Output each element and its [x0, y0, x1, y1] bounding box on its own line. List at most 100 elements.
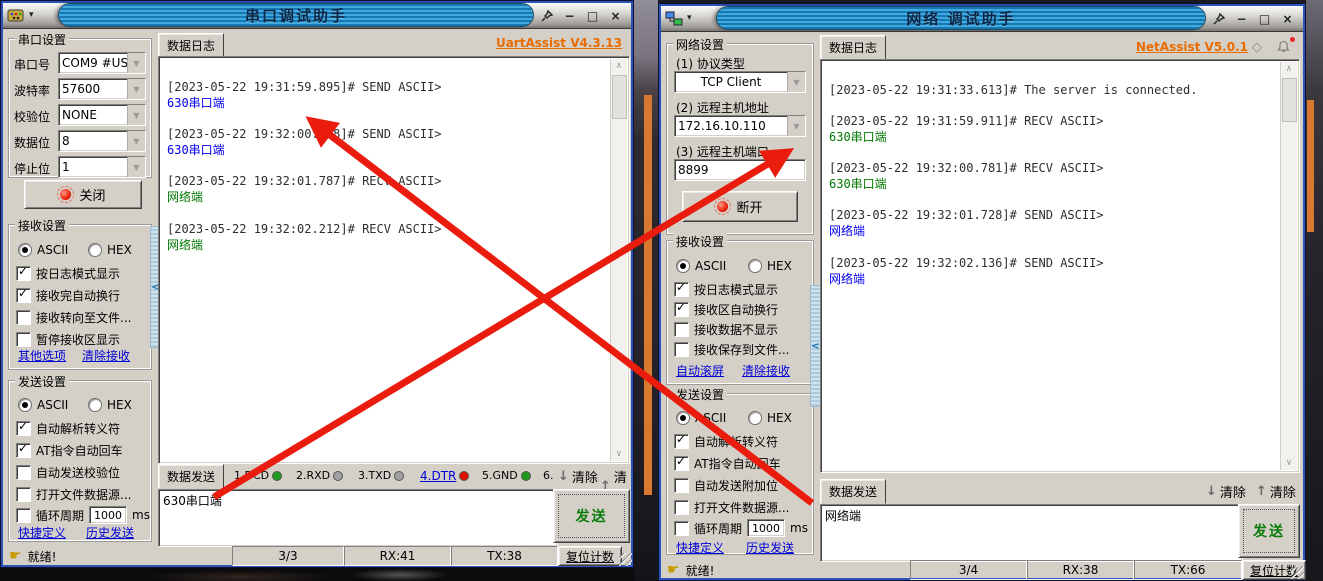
- recv-check-log-mode[interactable]: 按日志模式显示: [16, 265, 120, 282]
- remote-port-input[interactable]: 8899: [674, 159, 806, 181]
- radio-icon[interactable]: [18, 243, 32, 257]
- radio-icon[interactable]: [88, 398, 102, 412]
- send-check-cycle[interactable]: 循环周期 1000 ms: [16, 506, 150, 524]
- uart-titlebar[interactable]: ▾ 串口调试助手 − □ ×: [3, 3, 631, 29]
- checkbox-icon[interactable]: [16, 465, 31, 480]
- close-button[interactable]: ×: [604, 7, 627, 24]
- uart-send-input[interactable]: 630串口端: [158, 489, 558, 547]
- radio-icon[interactable]: [18, 398, 32, 412]
- checkbox-icon[interactable]: [16, 508, 31, 523]
- com-port-select[interactable]: COM9 #USB▼: [58, 52, 146, 74]
- checkbox-icon[interactable]: [674, 302, 689, 317]
- chevron-down-icon[interactable]: ▼: [127, 79, 145, 99]
- send-check-auto-checksum[interactable]: 自动发送校验位: [16, 464, 120, 481]
- send-check-append[interactable]: 自动发送附加位: [674, 477, 778, 494]
- recv-ascii-radio[interactable]: ASCII: [18, 243, 68, 257]
- bell-icon[interactable]: [1276, 39, 1294, 57]
- clear-receive-button[interactable]: ↓清除: [558, 467, 598, 486]
- shortcut-define-link[interactable]: 快捷定义: [18, 524, 66, 541]
- checkbox-icon[interactable]: [674, 282, 689, 297]
- resize-grip[interactable]: [1291, 566, 1304, 579]
- shortcut-define-link[interactable]: 快捷定义: [676, 539, 724, 556]
- history-send-link[interactable]: 历史发送: [86, 524, 134, 541]
- checkbox-icon[interactable]: [674, 456, 689, 471]
- recv-check-to-file[interactable]: 接收转向至文件...: [16, 309, 131, 326]
- clear-send-button[interactable]: ↑清除: [1256, 482, 1296, 501]
- uart-send-button[interactable]: 发送: [553, 489, 630, 543]
- tab-data-log[interactable]: 数据日志: [158, 33, 224, 58]
- checkbox-icon[interactable]: [674, 342, 689, 357]
- send-ascii-radio[interactable]: ASCII: [676, 411, 726, 425]
- minimize-button[interactable]: −: [1230, 10, 1253, 27]
- baud-rate-select[interactable]: 57600▼: [58, 78, 146, 100]
- close-button[interactable]: ×: [1276, 10, 1299, 27]
- radio-icon[interactable]: [748, 411, 762, 425]
- uart-log-area[interactable]: [2023-05-22 19:31:59.895]# SEND ASCII>63…: [158, 56, 630, 464]
- send-check-at-cr[interactable]: AT指令自动回车: [674, 455, 781, 472]
- checkbox-icon[interactable]: [674, 434, 689, 449]
- minimize-button[interactable]: −: [558, 7, 581, 24]
- clear-receive-link[interactable]: 清除接收: [742, 362, 790, 379]
- log-scrollbar[interactable]: ∧ ∨: [610, 59, 627, 461]
- reset-count-button[interactable]: 复位计数: [558, 546, 622, 566]
- scroll-down-icon[interactable]: ∨: [616, 447, 621, 461]
- history-send-link[interactable]: 历史发送: [746, 539, 794, 556]
- system-menu-caret-icon[interactable]: ▾: [687, 14, 692, 23]
- send-check-file-source[interactable]: 打开文件数据源...: [16, 486, 131, 503]
- checkbox-icon[interactable]: [16, 443, 31, 458]
- scroll-up-icon[interactable]: ∧: [1286, 62, 1291, 76]
- checkbox-icon[interactable]: [674, 322, 689, 337]
- scroll-up-icon[interactable]: ∧: [616, 59, 621, 73]
- indicator-dtr[interactable]: 4.DTR: [420, 469, 469, 483]
- scroll-thumb[interactable]: [612, 75, 627, 119]
- tab-data-log[interactable]: 数据日志: [820, 35, 886, 60]
- radio-icon[interactable]: [676, 411, 690, 425]
- netassist-version-link[interactable]: NetAssist V5.0.1: [1136, 40, 1248, 54]
- net-app-icon[interactable]: [665, 11, 683, 26]
- disconnect-button[interactable]: 断开: [682, 191, 798, 222]
- recv-check-pause-display[interactable]: 暂停接收区显示: [16, 331, 120, 348]
- gem-icon[interactable]: ◇: [1252, 40, 1270, 58]
- checkbox-icon[interactable]: [16, 487, 31, 502]
- chevron-down-icon[interactable]: ▼: [787, 72, 805, 92]
- tab-data-send[interactable]: 数据发送: [158, 464, 224, 489]
- chevron-down-icon[interactable]: ▼: [787, 116, 805, 136]
- chevron-down-icon[interactable]: ▼: [127, 53, 145, 73]
- checkbox-icon[interactable]: [16, 332, 31, 347]
- uart-app-icon[interactable]: [7, 8, 25, 23]
- recv-check-auto-wrap[interactable]: 接收区自动换行: [674, 301, 778, 318]
- maximize-button[interactable]: □: [1253, 10, 1276, 27]
- recv-check-save-file[interactable]: 接收保存到文件...: [674, 341, 789, 358]
- send-hex-radio[interactable]: HEX: [748, 411, 792, 425]
- auto-scroll-link[interactable]: 自动滚屏: [676, 362, 724, 379]
- stop-bits-select[interactable]: 1▼: [58, 156, 146, 178]
- uartassist-version-link[interactable]: UartAssist V4.3.13: [496, 36, 622, 50]
- protocol-type-select[interactable]: TCP Client▼: [674, 71, 806, 93]
- system-menu-caret-icon[interactable]: ▾: [29, 11, 34, 20]
- checkbox-icon[interactable]: [16, 310, 31, 325]
- clear-receive-button[interactable]: ↓清除: [1206, 482, 1246, 501]
- other-options-link[interactable]: 其他选项: [18, 347, 66, 364]
- net-send-button[interactable]: 发送: [1238, 504, 1300, 558]
- net-send-input[interactable]: 网络端: [820, 504, 1243, 562]
- send-ascii-radio[interactable]: ASCII: [18, 398, 68, 412]
- chevron-down-icon[interactable]: ▼: [127, 105, 145, 125]
- send-check-escape[interactable]: 自动解析转义符: [16, 420, 120, 437]
- checkbox-icon[interactable]: [16, 266, 31, 281]
- recv-hex-radio[interactable]: HEX: [748, 259, 792, 273]
- chevron-down-icon[interactable]: ▼: [127, 131, 145, 151]
- clear-receive-link[interactable]: 清除接收: [82, 347, 130, 364]
- tab-data-send[interactable]: 数据发送: [820, 479, 886, 504]
- parity-select[interactable]: NONE▼: [58, 104, 146, 126]
- remote-host-select[interactable]: 172.16.10.110▼: [674, 115, 806, 137]
- radio-icon[interactable]: [748, 259, 762, 273]
- cycle-period-input[interactable]: 1000: [89, 506, 127, 524]
- net-log-area[interactable]: [2023-05-22 19:31:33.613]# The server is…: [820, 59, 1300, 473]
- close-port-button[interactable]: 关闭: [24, 180, 142, 209]
- send-check-at-cr[interactable]: AT指令自动回车: [16, 442, 123, 459]
- send-check-escape[interactable]: 自动解析转义符: [674, 433, 778, 450]
- log-scrollbar[interactable]: ∧ ∨: [1280, 62, 1297, 470]
- send-hex-radio[interactable]: HEX: [88, 398, 132, 412]
- send-check-cycle[interactable]: 循环周期 1000 ms: [674, 519, 808, 537]
- resize-grip[interactable]: [619, 553, 632, 566]
